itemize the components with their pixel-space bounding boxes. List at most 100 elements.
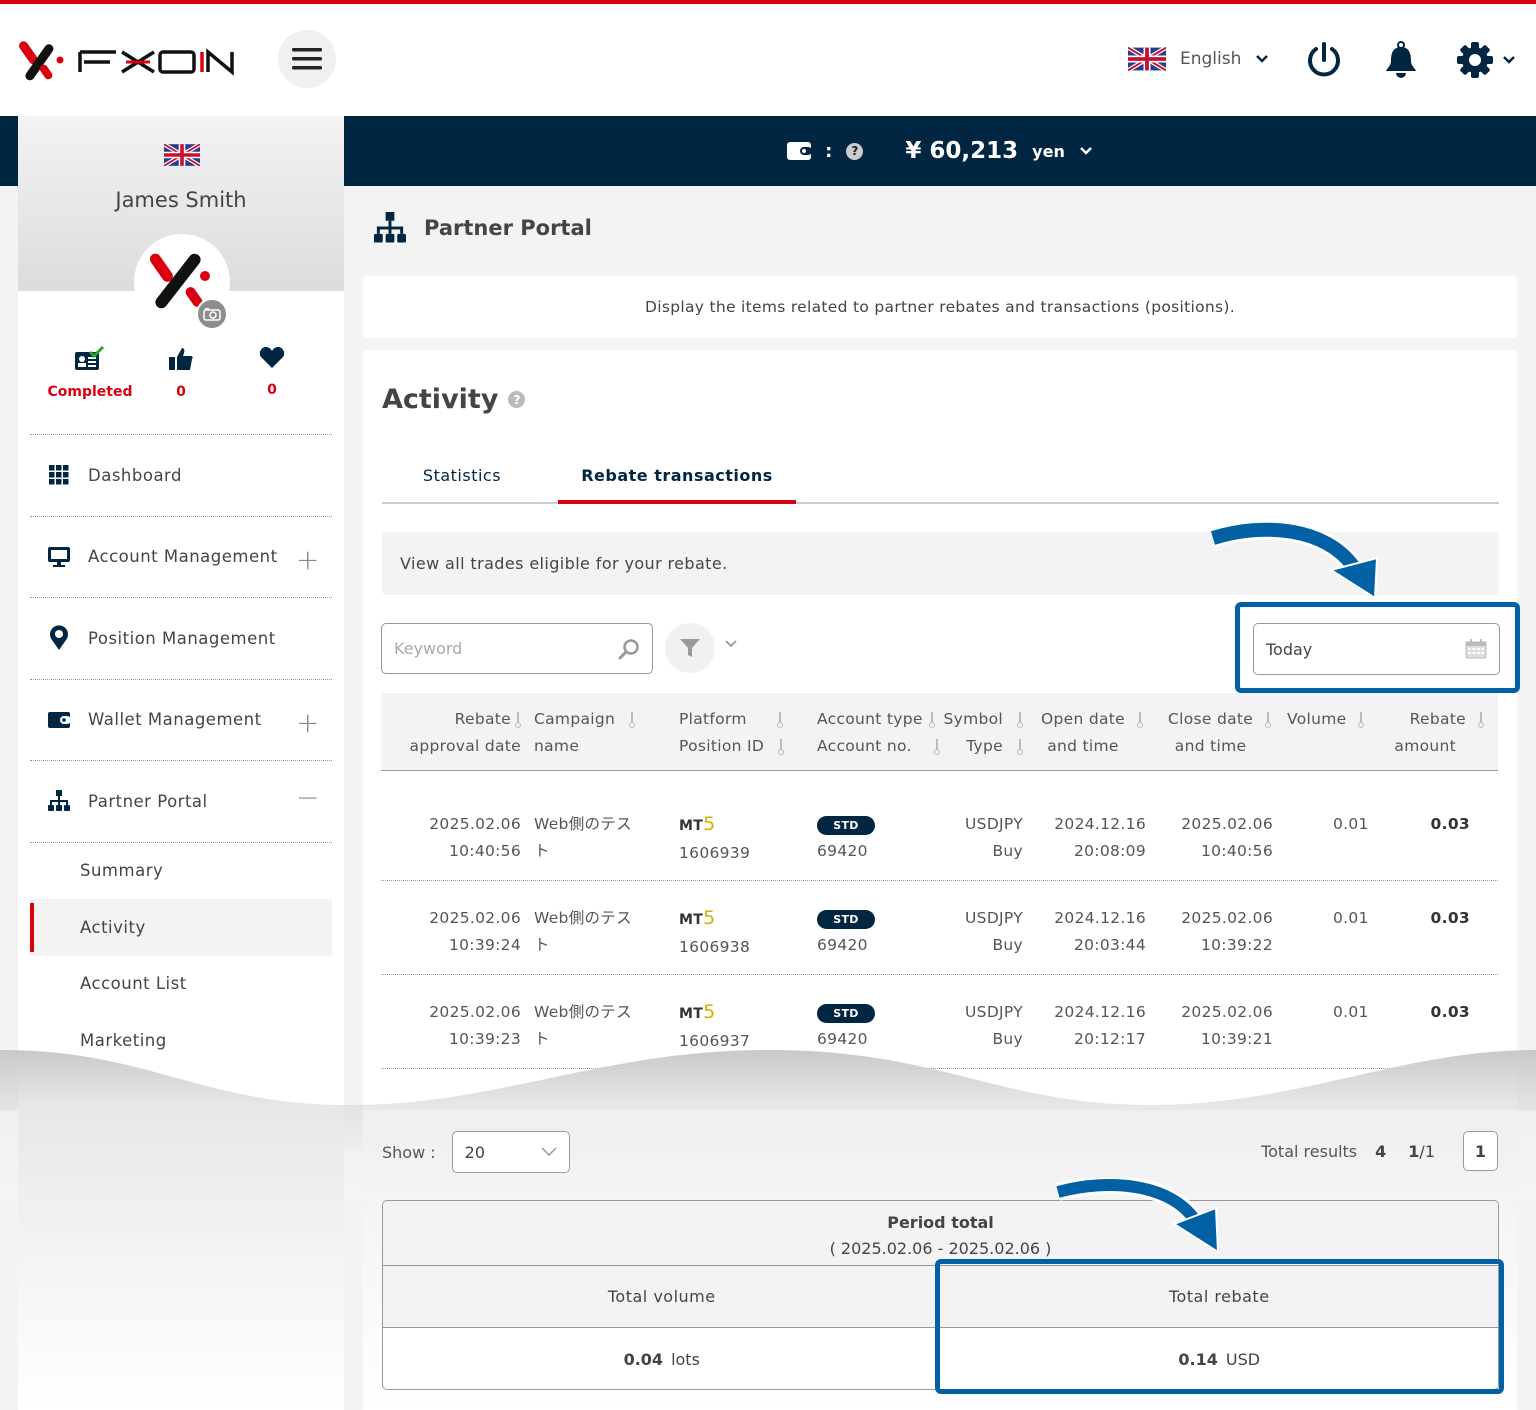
sort-icon[interactable] [1136,711,1143,728]
column-header-approval-date[interactable]: Rebate approval date [410,706,521,760]
help-icon[interactable]: ? [508,391,526,408]
map-pin-icon [48,625,70,651]
sort-icon[interactable] [933,738,940,755]
sidebar-item-label: Account Management [88,547,278,567]
sidebar-subitem-account-list[interactable]: Account List [30,956,332,1013]
sidebar-item-account-management[interactable]: Account Management + [30,515,332,598]
column-header-campaign[interactable]: Campaign name [534,706,636,760]
cell-rebate: 0.03 [1430,815,1470,833]
favorites-stat[interactable]: 0 [222,346,322,398]
uk-flag-icon [1128,47,1166,71]
menu-icon [292,48,322,70]
chevron-down-icon [1503,56,1515,64]
uk-flag-icon [164,144,200,166]
tab-statistics[interactable]: Statistics [382,466,542,504]
cell-open-date: 2024.12.16 20:08:09 [1054,815,1146,860]
sort-icon[interactable] [1358,711,1365,728]
cell-approval-date: 2025.02.06 10:39:23 [429,1003,521,1048]
annotation-arrow [1210,522,1379,600]
keyword-search[interactable] [381,623,653,674]
sidebar-subitem-activity[interactable]: Activity [30,899,332,956]
cell-symbol: USDJPY Buy [965,909,1023,954]
expand-icon[interactable]: + [296,706,320,739]
cell-platform: MT5 1606938 [679,907,751,956]
table-row[interactable]: 2025.02.06 10:40:56 Web側のテスト MT5 1606939 STD 6… [381,787,1498,881]
org-chart-icon [374,212,406,243]
sort-icon[interactable] [1017,711,1023,728]
notifications-button[interactable] [1381,40,1421,80]
sidebar-nav: Dashboard Account Management + Position … [30,434,332,1069]
balance-value: 60,213 [929,138,1019,164]
column-header-platform[interactable]: Platform Position ID [679,706,785,760]
sort-icon[interactable] [1478,711,1484,728]
cell-campaign: Web側のテスト [534,1003,632,1048]
column-header-volume[interactable]: Volume [1287,706,1365,733]
sort-icon[interactable] [776,711,783,728]
page-button-1[interactable]: 1 [1463,1131,1498,1171]
logout-button[interactable] [1304,40,1344,80]
verification-status[interactable]: Completed [40,345,140,400]
page-size-select[interactable]: 20 [451,1131,570,1173]
page-title: Partner Portal [374,212,592,244]
change-photo-button[interactable] [196,298,228,330]
keyword-input[interactable] [394,639,594,658]
cell-symbol: USDJPY Buy [965,815,1023,860]
sort-icon[interactable] [515,711,521,728]
mt5-logo: MT5 [679,907,716,929]
total-results-label: Total results [1261,1141,1358,1161]
language-selector[interactable]: English [1128,44,1269,74]
sort-icon[interactable] [1017,738,1023,755]
menu-button[interactable] [278,30,336,88]
page-title-text: Partner Portal [424,216,592,240]
expand-icon[interactable]: + [296,543,320,576]
column-header-account-type[interactable]: Account type Account no. [817,706,940,760]
balance-amount[interactable]: ¥ 60,213 [905,138,1018,164]
help-icon[interactable]: ? [846,142,864,160]
settings-button[interactable] [1456,40,1522,80]
mt5-logo: MT5 [679,813,716,835]
sidebar-item-partner-portal[interactable]: Partner Portal − [30,760,332,842]
account-type-badge: STD [817,1004,875,1023]
sidebar-subitem-marketing[interactable]: Marketing [30,1012,332,1069]
sidebar-item-wallet-management[interactable]: Wallet Management + [30,678,332,761]
tab-rebate-transactions[interactable]: Rebate transactions [558,466,796,504]
balance-separator: : [825,140,833,162]
table-row[interactable]: 2025.02.06 10:39:23 Web側のテスト MT5 1606937 STD 6… [381,975,1498,1069]
filter-button[interactable] [665,623,715,673]
sort-icon[interactable] [629,711,636,728]
wallet-balance-bar: : ? ¥ 60,213 yen [344,116,1536,186]
sidebar-item-position-management[interactable]: Position Management [30,597,332,679]
search-icon[interactable] [618,638,640,660]
cell-open-date: 2024.12.16 20:03:44 [1054,909,1146,954]
column-header-close-date[interactable]: Close date and time [1168,706,1272,760]
cell-account: STD 69420 [817,811,875,865]
chevron-down-icon[interactable] [1079,146,1093,156]
chevron-down-icon [541,1147,557,1157]
sidebar-item-label: Position Management [88,628,276,648]
grid-icon [48,464,70,486]
cell-close-date: 2025.02.06 10:39:21 [1181,1003,1273,1048]
cell-rebate: 0.03 [1430,1003,1470,1021]
chevron-down-icon[interactable] [724,639,738,649]
annotation-arrow [1055,1178,1220,1254]
column-header-rebate-amount[interactable]: Rebate amount [1394,706,1484,760]
column-header-open-date[interactable]: Open date and time [1041,706,1143,760]
sort-icon[interactable] [1265,711,1272,728]
bell-icon [1386,41,1416,78]
partner-portal-submenu: Summary Activity Account List Marketing [30,841,332,1069]
sidebar-subitem-summary[interactable]: Summary [30,843,332,900]
cell-campaign: Web側のテスト [534,815,632,860]
sort-icon[interactable] [778,738,785,755]
collapse-icon[interactable]: − [296,781,320,814]
column-header-symbol[interactable]: Symbol Type [943,706,1023,760]
wallet-icon [787,142,812,160]
table-row[interactable]: 2025.02.06 10:39:24 Web側のテスト MT5 1606938 STD 6… [381,881,1498,975]
cell-account: STD 69420 [817,999,875,1053]
cell-volume: 0.01 [1333,1003,1369,1021]
highlight-frame-total-rebate [935,1259,1504,1394]
likes-stat[interactable]: 0 [131,346,231,400]
top-header: English [0,4,1536,116]
sidebar-item-dashboard[interactable]: Dashboard [30,434,332,516]
sort-icon[interactable] [928,711,935,728]
fxon-logo[interactable] [18,38,238,82]
